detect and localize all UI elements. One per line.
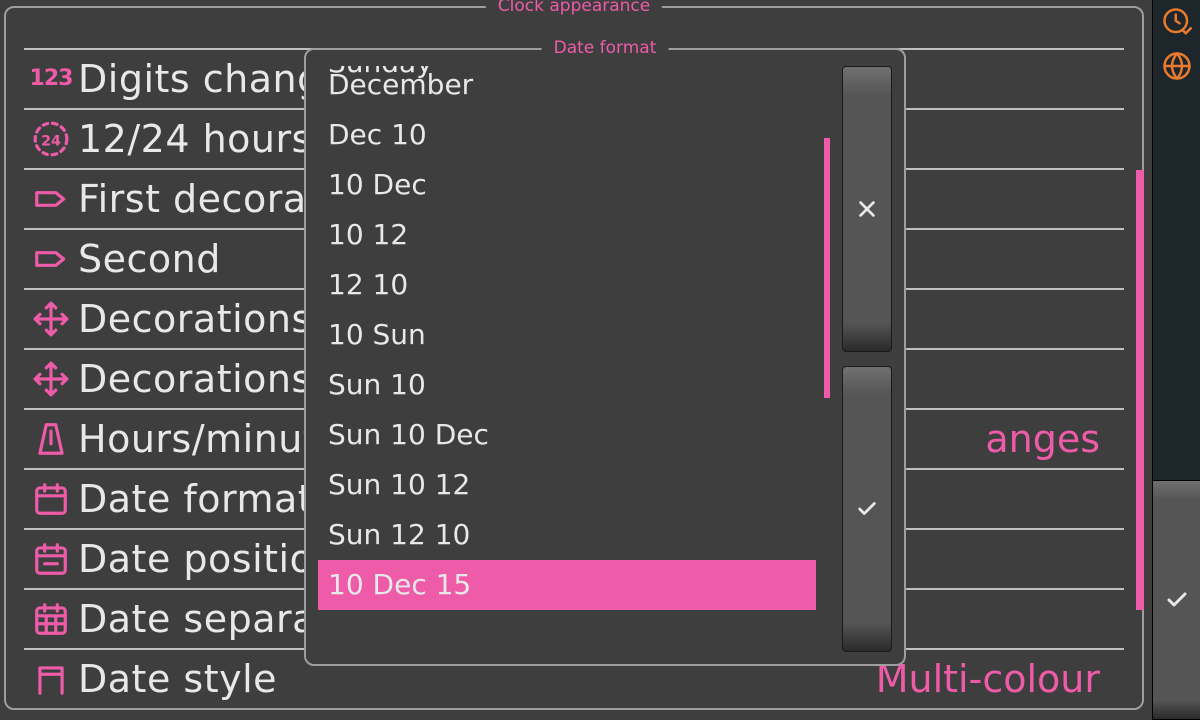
clock-check-icon[interactable] <box>1153 0 1200 44</box>
popup-cancel-button[interactable] <box>842 66 892 352</box>
date-format-option[interactable]: December <box>318 66 816 110</box>
popup-title: Date format <box>542 38 669 58</box>
popup-scroll-indicator <box>824 138 830 398</box>
digits-icon: 123 <box>24 49 78 109</box>
side-rail <box>1152 0 1200 480</box>
calendar-open-icon <box>24 660 78 698</box>
tag-icon <box>24 180 78 218</box>
tag-icon <box>24 240 78 278</box>
date-format-option[interactable]: 10 Dec 15 <box>318 560 816 610</box>
popup-confirm-button[interactable] <box>842 366 892 652</box>
row-label: Second <box>78 229 221 289</box>
date-format-option[interactable]: Sun 10 Dec <box>318 410 816 460</box>
date-format-option[interactable]: Sun 12 10 <box>318 510 816 560</box>
row-label: 12/24 hours <box>78 109 312 169</box>
date-format-option[interactable]: Dec 10 <box>318 110 816 160</box>
move-icon <box>24 300 78 338</box>
h24-icon: 24 <box>24 120 78 158</box>
globe-icon[interactable] <box>1153 44 1200 88</box>
panel-title: Clock appearance <box>486 0 662 16</box>
main-scroll-indicator <box>1136 170 1144 610</box>
date-format-option[interactable]: Sun 10 <box>318 360 816 410</box>
date-format-option[interactable]: 10 Dec <box>318 160 816 210</box>
svg-text:24: 24 <box>41 133 61 149</box>
row-label: Date position <box>78 529 338 589</box>
date-format-option[interactable]: 10 12 <box>318 210 816 260</box>
date-format-option[interactable]: Sun 10 12 <box>318 460 816 510</box>
move-icon <box>24 360 78 398</box>
date-format-option[interactable]: 12 10 <box>318 260 816 310</box>
option-list[interactable]: SundayDecemberDec 1010 Dec10 1212 1010 S… <box>318 66 816 652</box>
metronome-icon <box>24 420 78 458</box>
row-label: Date format <box>78 469 313 529</box>
calendar-dash-icon <box>24 540 78 578</box>
date-format-option[interactable]: 10 Sun <box>318 310 816 360</box>
calendar-grid-icon <box>24 600 78 638</box>
global-confirm-button[interactable] <box>1152 480 1200 720</box>
date-format-popup: Date format SundayDecemberDec 1010 Dec10… <box>304 48 906 666</box>
calendar-icon <box>24 480 78 518</box>
row-label: Date style <box>78 649 277 708</box>
